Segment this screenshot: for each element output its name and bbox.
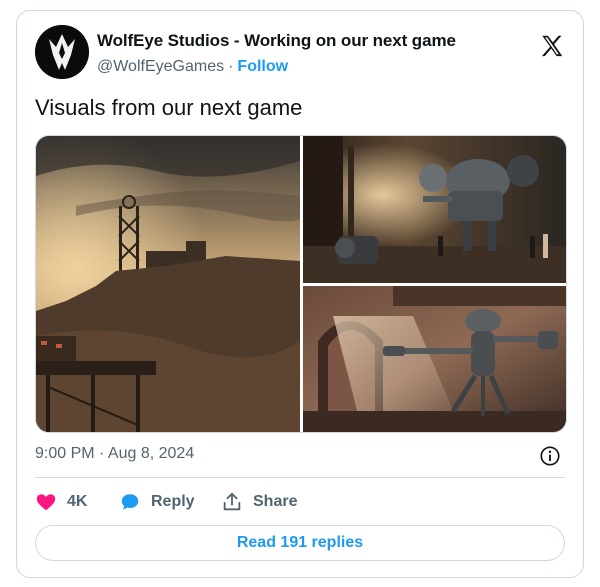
media-image-workshop-robot[interactable] (303, 136, 566, 283)
wolf-logo-icon (35, 25, 89, 79)
action-bar: 4K Reply Share (35, 489, 565, 515)
divider (35, 477, 565, 478)
author-handle-line: @WolfEyeGames · Follow (97, 58, 288, 76)
follow-button[interactable]: Follow (237, 58, 288, 75)
author-handle[interactable]: @WolfEyeGames (97, 58, 224, 75)
heart-icon (36, 494, 56, 511)
share-label: Share (253, 493, 298, 510)
like-button[interactable]: 4K (35, 489, 87, 515)
tweet-text: Visuals from our next game (35, 95, 303, 120)
separator-dot: · (228, 58, 234, 75)
info-icon[interactable] (539, 445, 561, 467)
media-grid (35, 135, 567, 433)
media-image-city-sunset[interactable] (36, 136, 300, 432)
share-icon (223, 492, 241, 511)
tweet-card: WolfEye Studios - Working on our next ga… (16, 10, 584, 578)
tweet-timestamp[interactable]: 9:00 PM · Aug 8, 2024 (35, 445, 194, 462)
x-logo-icon[interactable] (539, 33, 565, 59)
reply-label: Reply (151, 493, 195, 510)
reply-button[interactable]: Reply (119, 489, 195, 515)
share-button[interactable]: Share (221, 489, 297, 515)
like-count: 4K (67, 493, 88, 510)
tweet-header: WolfEye Studios - Working on our next ga… (35, 25, 565, 81)
reply-bubble-icon (121, 494, 139, 510)
author-display-name[interactable]: WolfEye Studios - Working on our next ga… (97, 31, 456, 51)
avatar[interactable] (35, 25, 89, 79)
media-image-robot-arch[interactable] (303, 286, 566, 432)
read-replies-button[interactable]: Read 191 replies (35, 525, 565, 561)
timestamp-row: 9:00 PM · Aug 8, 2024 (35, 445, 565, 469)
